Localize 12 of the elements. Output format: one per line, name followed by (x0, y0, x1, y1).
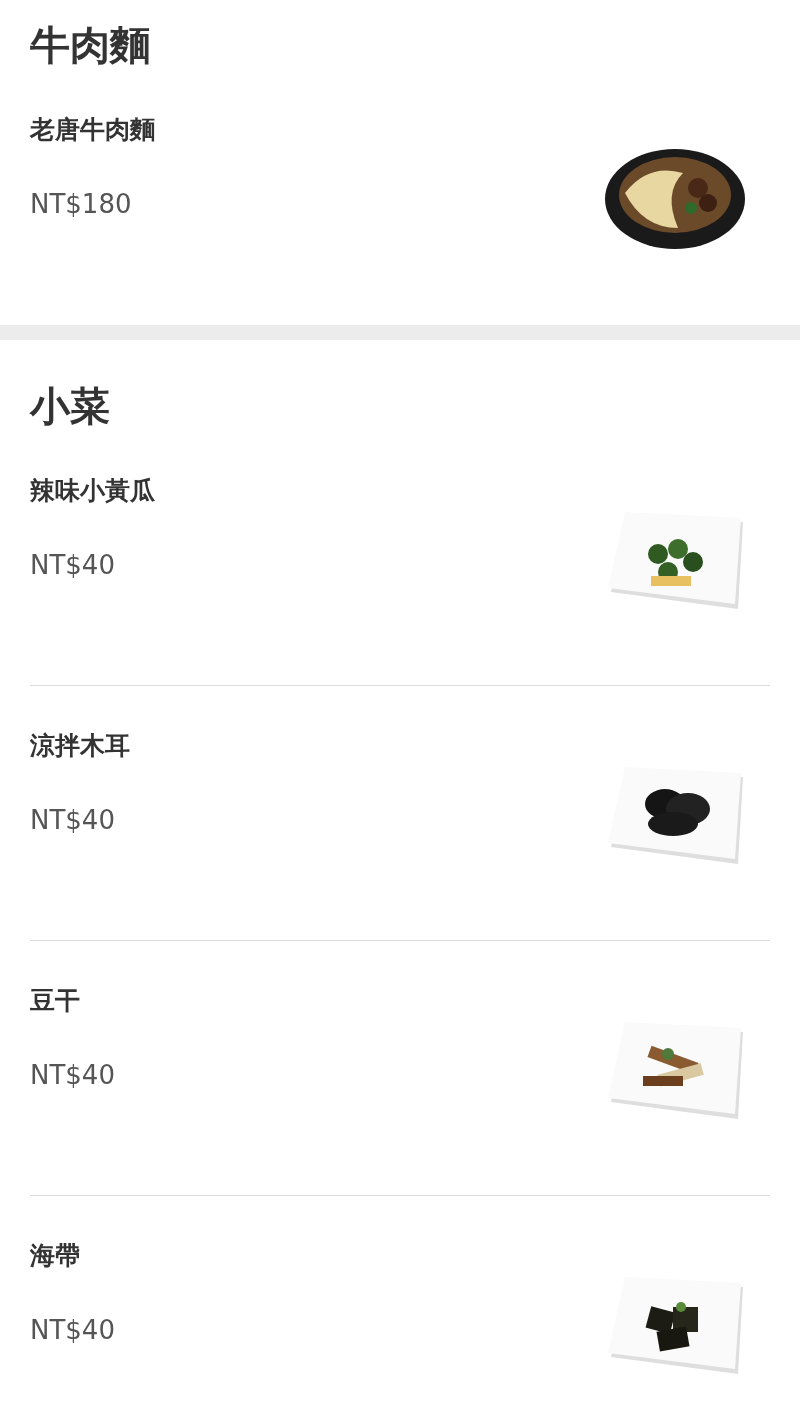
dish-name: 豆干 (30, 986, 81, 1016)
category-title: 小菜 (30, 382, 111, 431)
dish-name: 老唐牛肉麵 (30, 115, 155, 145)
dish-name: 涼拌木耳 (30, 731, 130, 761)
dish-name: 海帶 (30, 1241, 81, 1271)
dish-price: NT$40 (30, 805, 116, 835)
dish-price: NT$180 (30, 189, 133, 219)
dish-price: NT$40 (30, 1060, 115, 1090)
dish-price: NT$40 (30, 550, 116, 580)
dish-name: 辣味小黃瓜 (30, 476, 155, 506)
dish-price: NT$40 (30, 1315, 115, 1345)
category-title: 牛肉麵 (30, 21, 151, 70)
